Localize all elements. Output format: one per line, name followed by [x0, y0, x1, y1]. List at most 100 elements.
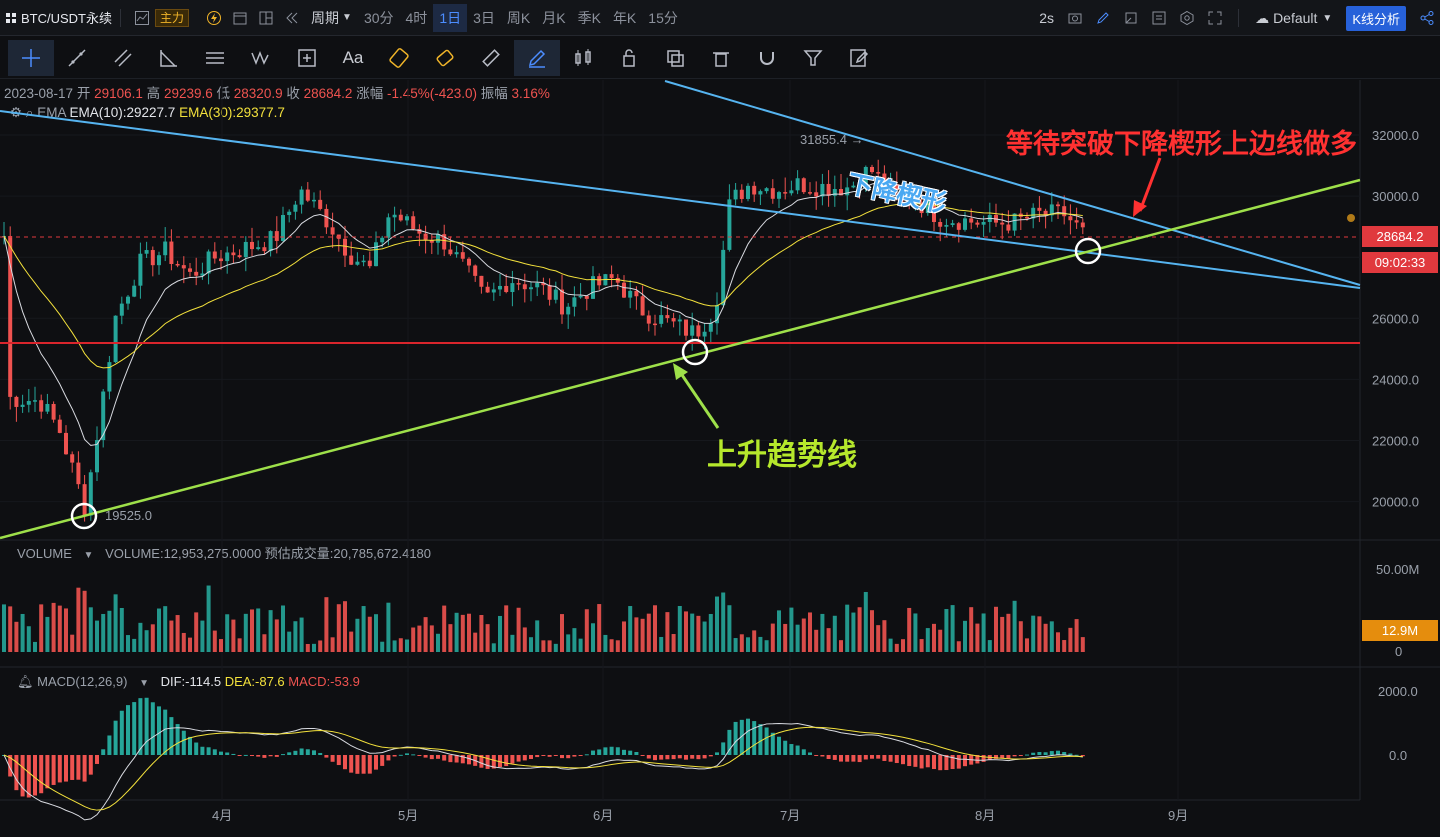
volume-bar [113, 594, 118, 652]
interval-15m[interactable]: 15分 [642, 4, 684, 32]
fullscreen-exit-icon[interactable] [1118, 4, 1144, 32]
volume-bar [832, 615, 837, 652]
interval-month[interactable]: 月K [536, 4, 571, 32]
candle-body [696, 325, 701, 337]
ruler-tool[interactable] [468, 40, 514, 76]
annotation-breakout[interactable]: 等待突破下降楔形上边线做多 [1006, 122, 1357, 161]
kline-analysis-button[interactable]: K线分析 [1346, 5, 1406, 31]
share-icon[interactable] [1414, 4, 1440, 32]
settings-icon[interactable] [1174, 4, 1200, 32]
macd-histogram-bar [157, 706, 161, 755]
rewind-icon[interactable] [279, 4, 305, 32]
macd-axis-label: 2000.0 [1378, 684, 1418, 699]
macd-histogram-bar [671, 755, 676, 760]
macd-histogram-bar [82, 755, 87, 782]
eraser-tool[interactable] [422, 40, 468, 76]
volume-bar [795, 624, 800, 652]
wave-tool[interactable] [238, 40, 284, 76]
volume-bar [925, 628, 930, 652]
volume-tag: 12.9M [1362, 620, 1438, 641]
horizontal-lines-icon [206, 51, 224, 64]
macd-histogram-bar [702, 755, 707, 759]
interval-3d[interactable]: 3日 [467, 4, 501, 32]
wave-icon [251, 50, 269, 65]
brush-tool[interactable] [376, 40, 422, 76]
candle-body [665, 315, 670, 319]
lock-tool[interactable] [606, 40, 652, 76]
candle-body [194, 271, 199, 276]
candle-body [454, 252, 459, 255]
period-dropdown[interactable]: 周期 ▼ [305, 4, 358, 32]
candle-body [671, 318, 676, 322]
trash-tool[interactable] [698, 40, 744, 76]
macd-histogram-bar [622, 749, 626, 755]
camera-icon[interactable] [1062, 4, 1088, 32]
candle-body [305, 189, 310, 201]
interval-4h[interactable]: 4时 [400, 4, 434, 32]
volume-bar [721, 592, 726, 652]
volume-bar [814, 629, 819, 652]
interval-year[interactable]: 年K [607, 4, 642, 32]
candle-body [126, 296, 130, 304]
main-force-badge[interactable]: 主力 [155, 8, 190, 27]
symbol-selector[interactable]: BTC/USDT永续 [0, 8, 112, 27]
macd-histogram-bar [894, 755, 899, 764]
wedge-upper-line [664, 80, 1361, 286]
candle-body [312, 199, 316, 202]
draw-icon[interactable] [1090, 4, 1116, 32]
macd-histogram-bar [609, 746, 614, 755]
macd-histogram-bar [1043, 752, 1048, 755]
copy-icon [667, 49, 684, 67]
interval-quarter[interactable]: 季K [572, 4, 607, 32]
text-tool[interactable]: Aa [330, 40, 376, 76]
macd-histogram-bar [237, 755, 242, 756]
flash-icon[interactable] [201, 4, 227, 32]
indicator-icon[interactable] [129, 4, 155, 32]
interval-1d[interactable]: 1日 [433, 3, 468, 32]
candle-body [318, 199, 323, 209]
interval-30m[interactable]: 30分 [358, 4, 400, 32]
volume-bar [1043, 623, 1048, 652]
interval-week[interactable]: 周K [501, 4, 536, 32]
macd-histogram-bar [708, 755, 713, 757]
macd-histogram-bar [901, 755, 905, 765]
macd-histogram-bar [839, 755, 843, 762]
copy-tool[interactable] [652, 40, 698, 76]
macd-histogram-bar [1031, 752, 1036, 755]
filter-tool[interactable] [790, 40, 836, 76]
parallel-channel-tool[interactable] [100, 40, 146, 76]
horizontal-lines-tool[interactable] [192, 40, 238, 76]
volume-bar [88, 607, 93, 652]
macd-histogram-bar [212, 749, 217, 755]
rect-measure-tool[interactable] [284, 40, 330, 76]
volume-bar [138, 622, 143, 652]
candle-body [1006, 224, 1011, 231]
theme-dropdown[interactable]: ☁ Default ▼ [1249, 4, 1338, 32]
candle-body [1080, 222, 1085, 228]
fullscreen-icon[interactable] [1202, 4, 1228, 32]
fib-tool[interactable] [146, 40, 192, 76]
candle-body [1068, 216, 1073, 221]
macd-histogram-bar [888, 755, 893, 762]
candle-body [808, 192, 812, 194]
volume-bar [194, 612, 199, 652]
template-icon[interactable] [1146, 4, 1172, 32]
crosshair-tool[interactable] [8, 39, 54, 76]
macd-histogram-bar [398, 754, 403, 756]
macd-histogram-bar [1018, 755, 1023, 756]
pen-tool[interactable] [514, 39, 560, 76]
candle-tool[interactable] [560, 40, 606, 76]
volume-bar [250, 609, 254, 652]
volume-bar [956, 641, 961, 652]
refresh-rate[interactable]: 2s [1033, 4, 1060, 32]
trend-line-tool[interactable] [54, 40, 100, 76]
calendar-icon[interactable] [227, 4, 253, 32]
candle-body [752, 185, 757, 195]
macd-histogram-bar [330, 755, 335, 762]
macd-histogram-bar [615, 747, 620, 755]
annotation-trendline[interactable]: 上升趋势线 [707, 430, 857, 474]
layout-icon[interactable] [253, 4, 279, 32]
candle-body [343, 238, 347, 256]
magnet-tool[interactable] [744, 40, 790, 76]
edit-tool[interactable] [836, 40, 882, 76]
